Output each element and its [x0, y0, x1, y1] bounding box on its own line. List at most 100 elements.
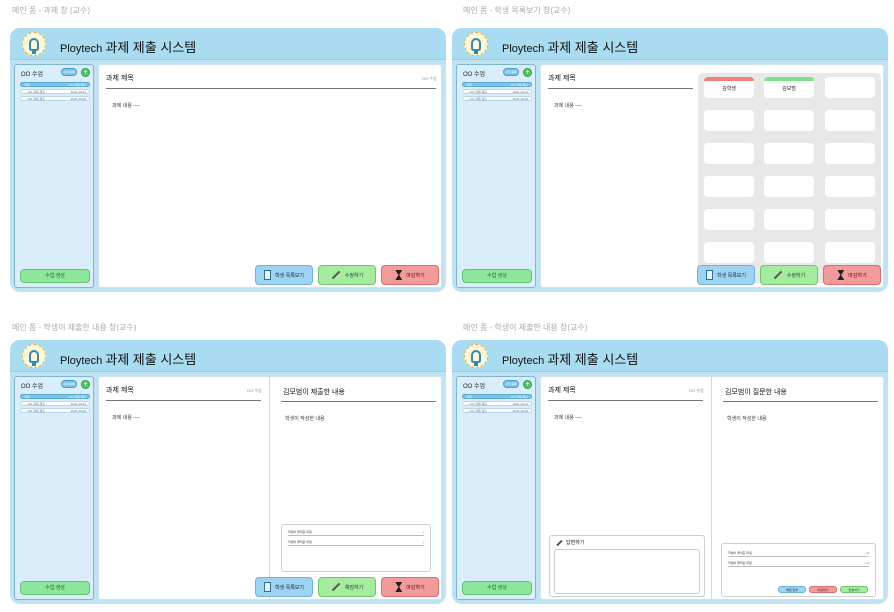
sidebar-item[interactable]: - - OO 과제 제출 2020-10-01: [462, 401, 532, 406]
submission-content: 학생이 작성한 내용: [285, 416, 325, 422]
create-course-button[interactable]: 수업 생성: [20, 269, 90, 283]
student-card[interactable]: [825, 209, 875, 230]
student-list-button[interactable]: 학생 목록보기: [697, 265, 755, 285]
student-card[interactable]: [764, 176, 814, 197]
grade-button[interactable]: 채점하기: [318, 577, 376, 597]
student-list-button[interactable]: 학생 목록보기: [255, 265, 313, 285]
create-course-button[interactable]: 수업 생성: [462, 581, 532, 595]
sidebar-item[interactable]: 과제 OO 과제 제출: [20, 82, 90, 87]
submission-title: 김모범이 제출한 내용: [283, 389, 345, 396]
file-row[interactable]: 학생이 올려준 파일 ⤓ ⚙: [728, 560, 869, 567]
student-card[interactable]: [825, 242, 875, 263]
student-card[interactable]: [825, 176, 875, 197]
divider: [281, 401, 436, 402]
course-list-button[interactable]: 강의 목록: [503, 68, 519, 76]
grade-input-button[interactable]: 채점 입력: [778, 586, 806, 593]
caption-4: 메인 폼 - 학생이 제출한 내용 창(교수): [463, 323, 588, 332]
caption-2: 메인 폼 - 학생 목록보기 창(교수): [463, 6, 571, 15]
close-button[interactable]: 마감하기: [381, 577, 439, 597]
edit-button[interactable]: 수정하기: [318, 265, 376, 285]
divider: [723, 401, 878, 402]
download-icon[interactable]: ⤓ ⚙: [864, 551, 869, 555]
course-list-button[interactable]: 강의 목록: [61, 380, 77, 388]
student-card[interactable]: [704, 143, 754, 164]
create-course-button[interactable]: 수업 생성: [20, 581, 90, 595]
download-icon[interactable]: ⤓ ⚙: [864, 561, 869, 565]
student-card[interactable]: [764, 143, 814, 164]
student-card[interactable]: [825, 143, 875, 164]
sidebar-item[interactable]: 과제 OO 과제 제출: [20, 394, 90, 399]
student-card[interactable]: [764, 242, 814, 263]
sidebar-item[interactable]: - - OO 과제 제출 2020-10-00: [462, 408, 532, 413]
file-row[interactable]: 학생이 올려준 파일 ⤓ ⚙: [728, 550, 869, 557]
student-card[interactable]: [825, 110, 875, 131]
sidebar-item[interactable]: - - OO 과제 제출 2020-10-00: [20, 96, 90, 101]
caption-3: 메인 폼 - 학생이 제출한 내용 창(교수): [12, 323, 137, 332]
app-header: Ploytech 과제 제출 시스템: [10, 340, 446, 372]
student-card[interactable]: 김학생: [704, 77, 754, 98]
add-icon[interactable]: +: [523, 68, 532, 77]
divider: [106, 400, 261, 401]
student-grid: 김학생 김모범: [698, 73, 881, 283]
sidebar: OO 수업 강의 목록 + 과제 OO 과제 제출 - - OO 과제 제출 202…: [14, 64, 94, 288]
window-assignment: Ploytech 과제 제출 시스템 OO 수업 강의 목록 + 과제 OO 과제…: [10, 28, 446, 292]
file-row[interactable]: 학생이 올려준 파일 ⤓: [288, 529, 424, 536]
question-content: 학생이 작성한 내용: [727, 416, 767, 422]
reply-box[interactable]: 답변하기: [549, 535, 705, 597]
app-title: Ploytech 과제 제출 시스템: [502, 352, 639, 367]
course-title: OO 수업: [463, 384, 486, 390]
assignment-title: 과제 제목: [106, 75, 134, 82]
file-box: 학생이 올려준 파일 ⤓ 학생이 올려준 파일 ⤓: [281, 524, 431, 572]
course-list-button[interactable]: 강의 목록: [61, 68, 77, 76]
panel-divider: [711, 377, 712, 601]
divider: [548, 88, 693, 89]
reply-button[interactable]: 답변하기: [840, 586, 868, 593]
student-card[interactable]: [764, 110, 814, 131]
reply-input[interactable]: [554, 549, 700, 594]
assignment-panel: 과제 제목 OO 수업 과제 내용 ---- 학생 목록보기 수정하기 마감하기: [98, 64, 442, 288]
document-icon: [264, 270, 271, 280]
edit-button[interactable]: 수정하기: [760, 265, 818, 285]
student-card[interactable]: [704, 209, 754, 230]
student-list-button[interactable]: 학생 목록보기: [255, 577, 313, 597]
window-submission: Ploytech 과제 제출 시스템 OO 수업 강의 목록 + 과제 OO 과제…: [10, 340, 446, 604]
sidebar: OO 수업 강의 목록 + 과제 OO 과제 제출 - - OO 과제 제출 202…: [14, 376, 94, 600]
document-icon: [706, 270, 713, 280]
sidebar-item[interactable]: 과제 OO 과제 제출: [462, 82, 532, 87]
course-title: OO 수업: [21, 72, 44, 78]
file-box: 학생이 올려준 파일 ⤓ ⚙ 학생이 올려준 파일 ⤓ ⚙ 채점 입력 마감하기 답…: [721, 543, 876, 597]
sidebar-item[interactable]: - - OO 과제 제출 2020-10-01: [20, 401, 90, 406]
download-icon[interactable]: ⤓: [423, 530, 424, 534]
file-row[interactable]: 학생이 올려준 파일 ⤓: [288, 539, 424, 546]
student-card[interactable]: [764, 209, 814, 230]
add-icon[interactable]: +: [81, 68, 90, 77]
close-button[interactable]: 마감하기: [381, 265, 439, 285]
sidebar-item[interactable]: - - OO 과제 제출 2020-10-01: [462, 89, 532, 94]
student-card[interactable]: [825, 77, 875, 98]
close-button[interactable]: 마감하기: [809, 586, 837, 593]
app-header: Ploytech 과제 제출 시스템: [10, 28, 446, 60]
add-icon[interactable]: +: [523, 380, 532, 389]
sidebar-item[interactable]: - - OO 과제 제출 2020-10-00: [462, 96, 532, 101]
student-card[interactable]: [704, 176, 754, 197]
student-card[interactable]: 김모범: [764, 77, 814, 98]
sidebar: OO 수업 강의 목록 + 과제 OO 과제 제출 - - OO 과제 제출 202…: [456, 64, 536, 288]
assignment-content: 과제 내용 ----: [554, 415, 582, 421]
reply-label: 답변하기: [556, 539, 584, 546]
create-course-button[interactable]: 수업 생성: [462, 269, 532, 283]
add-icon[interactable]: +: [81, 380, 90, 389]
lightbulb-logo-icon: [22, 32, 46, 56]
divider: [106, 88, 436, 89]
sidebar-item[interactable]: - - OO 과제 제출 2020-10-00: [20, 408, 90, 413]
assignment-content: 과제 내용 ----: [112, 415, 140, 421]
student-card[interactable]: [704, 242, 754, 263]
course-label: OO 수업: [247, 388, 262, 393]
window-question: Ploytech 과제 제출 시스템 OO 수업 강의 목록 + 과제 OO 과제…: [452, 340, 888, 604]
sidebar-item[interactable]: - - OO 과제 제출 2020-10-01: [20, 89, 90, 94]
download-icon[interactable]: ⤓: [423, 540, 424, 544]
student-card[interactable]: [704, 110, 754, 131]
close-button[interactable]: 마감하기: [823, 265, 881, 285]
assignment-title: 과제 제목: [548, 387, 576, 394]
course-list-button[interactable]: 강의 목록: [503, 380, 519, 388]
sidebar-item[interactable]: 과제 OO 과제 제출: [462, 394, 532, 399]
